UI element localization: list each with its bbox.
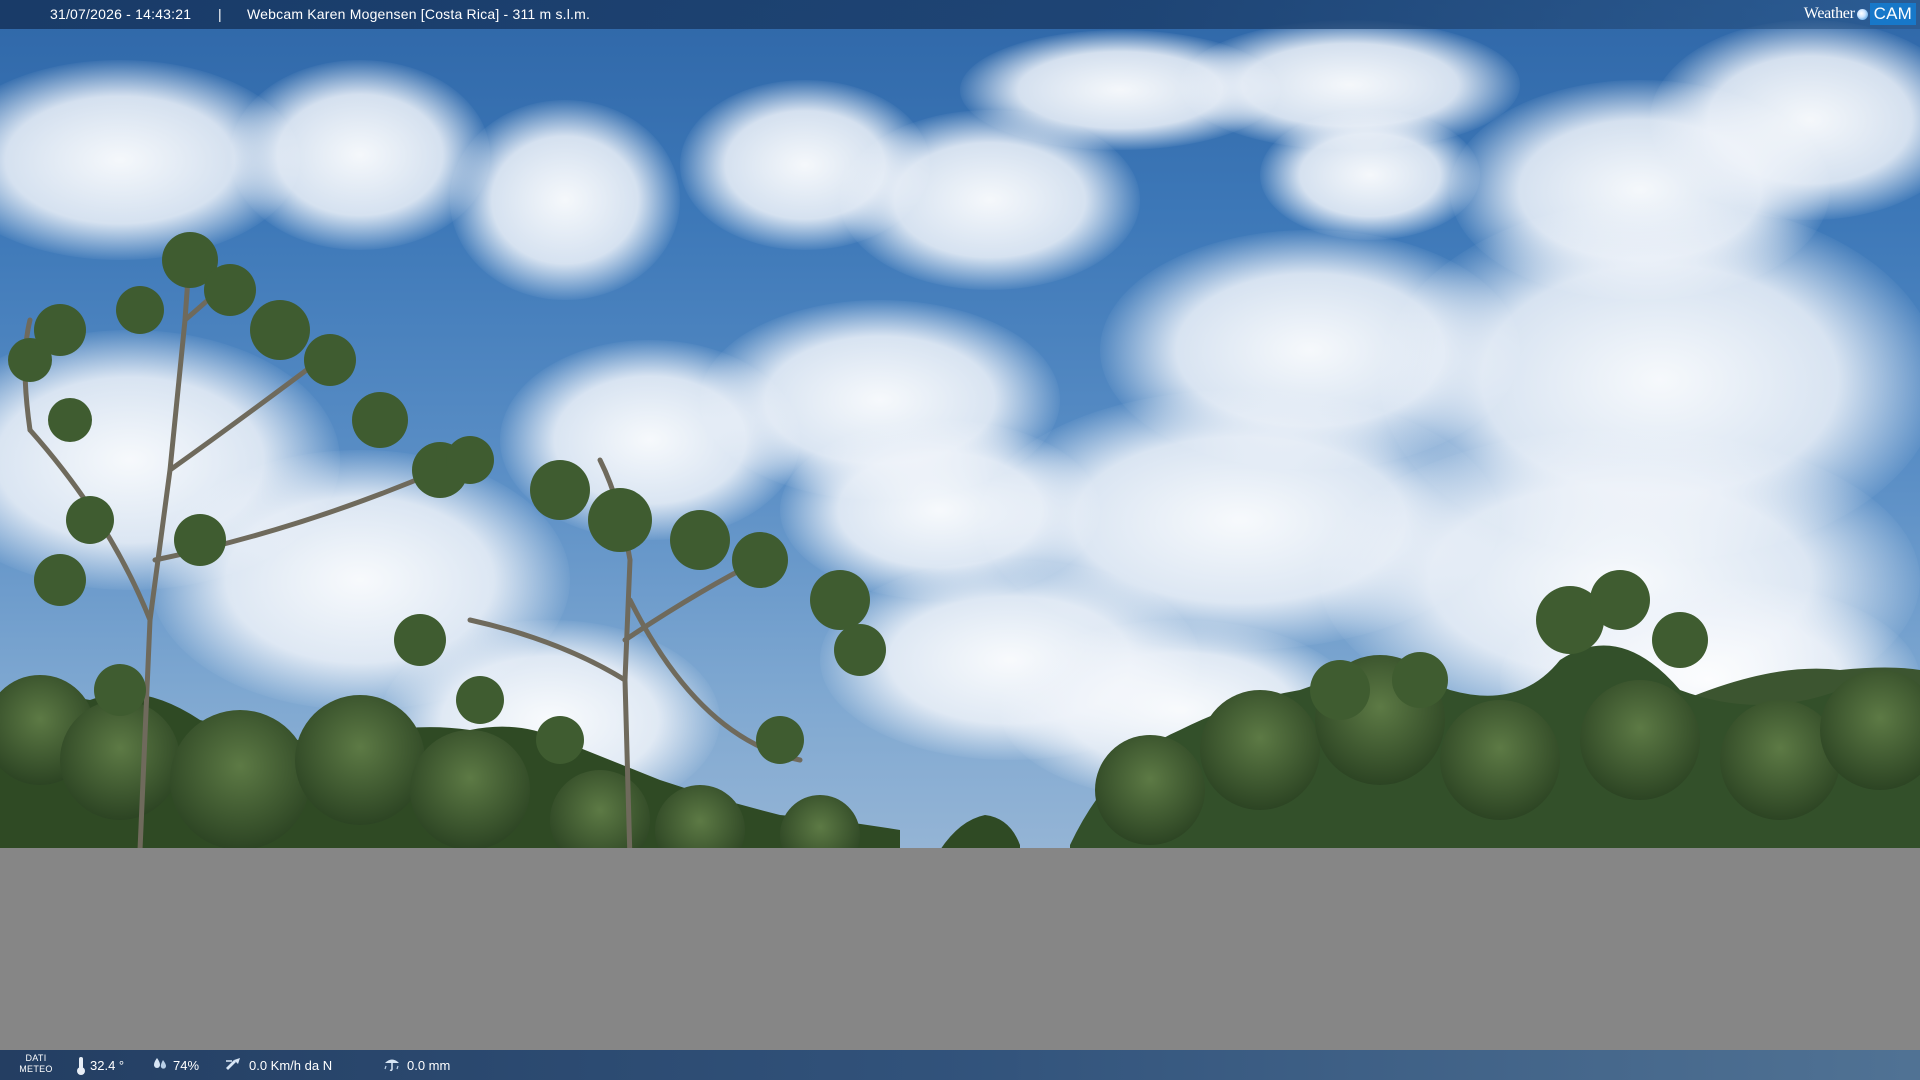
foliage-scene (0, 232, 1920, 870)
temperature-value: 32.4 ° (90, 1057, 125, 1073)
rain-value: 0.0 mm (407, 1057, 451, 1073)
header-separator: | (218, 6, 222, 22)
logo-dot-icon (1856, 8, 1868, 20)
temperature-readout: 32.4 ° (77, 1050, 125, 1080)
logo-word-weather: Weather (1803, 5, 1855, 22)
rain-gauge-icon (382, 1056, 402, 1075)
humidity-readout: 74% (152, 1050, 199, 1080)
webcam-frame: 31/07/2026 - 14:43:21 | Webcam Karen Mog… (0, 0, 1920, 1080)
gray-band (0, 848, 1920, 1050)
logo-word-cam: CAM (1869, 3, 1916, 25)
rain-readout: 0.0 mm (382, 1050, 450, 1080)
top-info-bar: 31/07/2026 - 14:43:21 | Webcam Karen Mog… (0, 0, 1920, 29)
humidity-drops-icon (152, 1057, 168, 1074)
humidity-value: 74% (173, 1057, 200, 1073)
wind-icon (224, 1056, 244, 1075)
weathercam-logo: Weather CAM (1804, 2, 1916, 26)
dati-meteo-label: DATI METEO (19, 1053, 53, 1074)
webcam-title: Webcam Karen Mogensen [Costa Rica] - 311… (247, 6, 591, 22)
datetime-stamp: 31/07/2026 - 14:43:21 (50, 6, 192, 22)
wind-readout: 0.0 Km/h da N (224, 1050, 332, 1080)
weather-data-bar: DATI METEO 32.4 ° 74% 0.0 Km/h da N 0.0 … (0, 1050, 1920, 1080)
thermometer-icon (77, 1057, 85, 1075)
wind-value: 0.0 Km/h da N (249, 1057, 333, 1073)
